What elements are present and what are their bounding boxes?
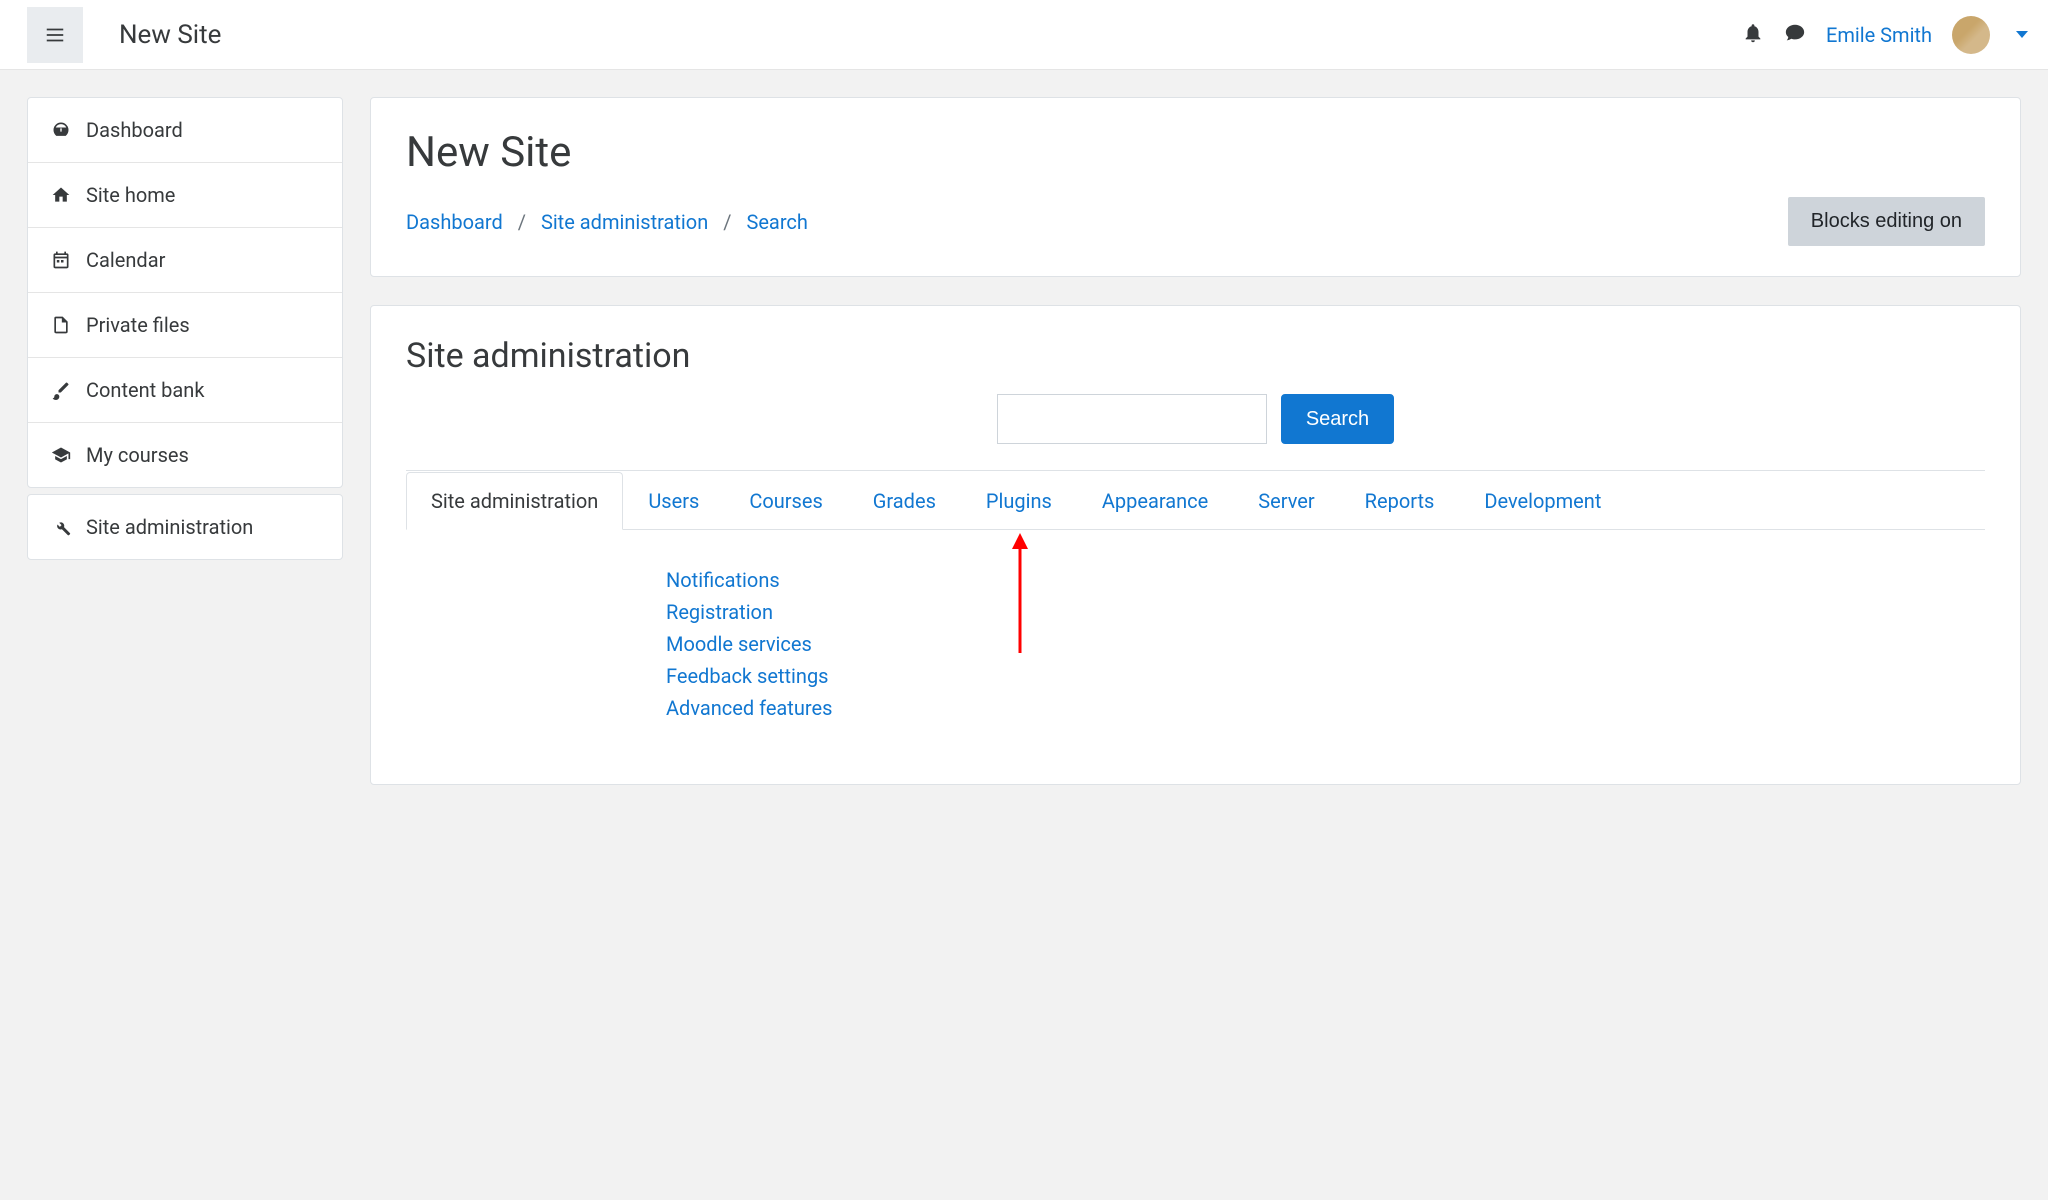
tab-courses[interactable]: Courses xyxy=(724,472,847,530)
tab-development[interactable]: Development xyxy=(1459,472,1626,530)
sidebar-item-site-administration[interactable]: Site administration xyxy=(28,495,342,559)
site-administration-card: Site administration Search Site administ… xyxy=(370,305,2021,785)
blocks-editing-button[interactable]: Blocks editing on xyxy=(1788,197,1985,246)
sidebar-item-label: Content bank xyxy=(86,378,204,402)
admin-tabs: Site administration Users Courses Grades… xyxy=(406,470,1985,530)
sidebar-item-my-courses[interactable]: My courses xyxy=(28,423,342,487)
home-icon xyxy=(50,185,72,205)
nav-group-admin: Site administration xyxy=(27,494,343,560)
hamburger-icon xyxy=(44,24,66,46)
admin-search-button[interactable]: Search xyxy=(1281,394,1394,444)
link-advanced-features[interactable]: Advanced features xyxy=(666,692,1985,724)
sidebar-item-calendar[interactable]: Calendar xyxy=(28,228,342,293)
sidebar-item-label: Calendar xyxy=(86,248,165,272)
breadcrumb-search[interactable]: Search xyxy=(746,210,807,234)
brush-icon xyxy=(50,380,72,400)
tab-grades[interactable]: Grades xyxy=(848,472,961,530)
admin-link-list: Notifications Registration Moodle servic… xyxy=(406,530,1985,754)
tab-site-administration[interactable]: Site administration xyxy=(406,472,623,530)
sidebar-item-label: Dashboard xyxy=(86,118,183,142)
sidebar-item-site-home[interactable]: Site home xyxy=(28,163,342,228)
sidebar-item-content-bank[interactable]: Content bank xyxy=(28,358,342,423)
page-header-card: New Site Dashboard / Site administration… xyxy=(370,97,2021,277)
messages-icon[interactable] xyxy=(1784,22,1806,48)
main-content: New Site Dashboard / Site administration… xyxy=(370,70,2048,840)
sidebar-item-private-files[interactable]: Private files xyxy=(28,293,342,358)
breadcrumb-separator: / xyxy=(518,210,526,234)
user-menu-link[interactable]: Emile Smith xyxy=(1826,23,1932,47)
sidebar-item-dashboard[interactable]: Dashboard xyxy=(28,98,342,163)
link-notifications[interactable]: Notifications xyxy=(666,564,1985,596)
nav-group-main: Dashboard Site home Calendar Private fil… xyxy=(27,97,343,488)
sidebar-item-label: Site home xyxy=(86,183,175,207)
tab-users[interactable]: Users xyxy=(623,472,724,530)
sidebar-item-label: Private files xyxy=(86,313,190,337)
dashboard-icon xyxy=(50,120,72,140)
breadcrumb-separator: / xyxy=(723,210,731,234)
top-bar: New Site Emile Smith xyxy=(0,0,2048,70)
file-icon xyxy=(50,315,72,335)
breadcrumb-dashboard[interactable]: Dashboard xyxy=(406,210,503,234)
sidebar-item-label: Site administration xyxy=(86,515,253,539)
section-title: Site administration xyxy=(406,336,1985,376)
breadcrumb-site-administration[interactable]: Site administration xyxy=(541,210,708,234)
graduation-icon xyxy=(50,445,72,465)
tab-appearance[interactable]: Appearance xyxy=(1077,472,1233,530)
link-feedback-settings[interactable]: Feedback settings xyxy=(666,660,1985,692)
nav-drawer: Dashboard Site home Calendar Private fil… xyxy=(0,70,370,587)
tab-reports[interactable]: Reports xyxy=(1340,472,1460,530)
tab-server[interactable]: Server xyxy=(1233,472,1339,530)
page-title: New Site xyxy=(406,128,1985,177)
calendar-icon xyxy=(50,250,72,270)
breadcrumb: Dashboard / Site administration / Search xyxy=(406,210,808,234)
link-registration[interactable]: Registration xyxy=(666,596,1985,628)
link-moodle-services[interactable]: Moodle services xyxy=(666,628,1985,660)
admin-search-input[interactable] xyxy=(997,394,1267,444)
tab-plugins[interactable]: Plugins xyxy=(961,472,1077,530)
site-brand-link[interactable]: New Site xyxy=(119,20,221,50)
notifications-icon[interactable] xyxy=(1742,22,1764,48)
sidebar-item-label: My courses xyxy=(86,443,189,467)
nav-toggle-button[interactable] xyxy=(27,7,83,63)
wrench-icon xyxy=(50,517,72,537)
chevron-down-icon[interactable] xyxy=(2016,31,2028,38)
avatar[interactable] xyxy=(1952,16,1990,54)
